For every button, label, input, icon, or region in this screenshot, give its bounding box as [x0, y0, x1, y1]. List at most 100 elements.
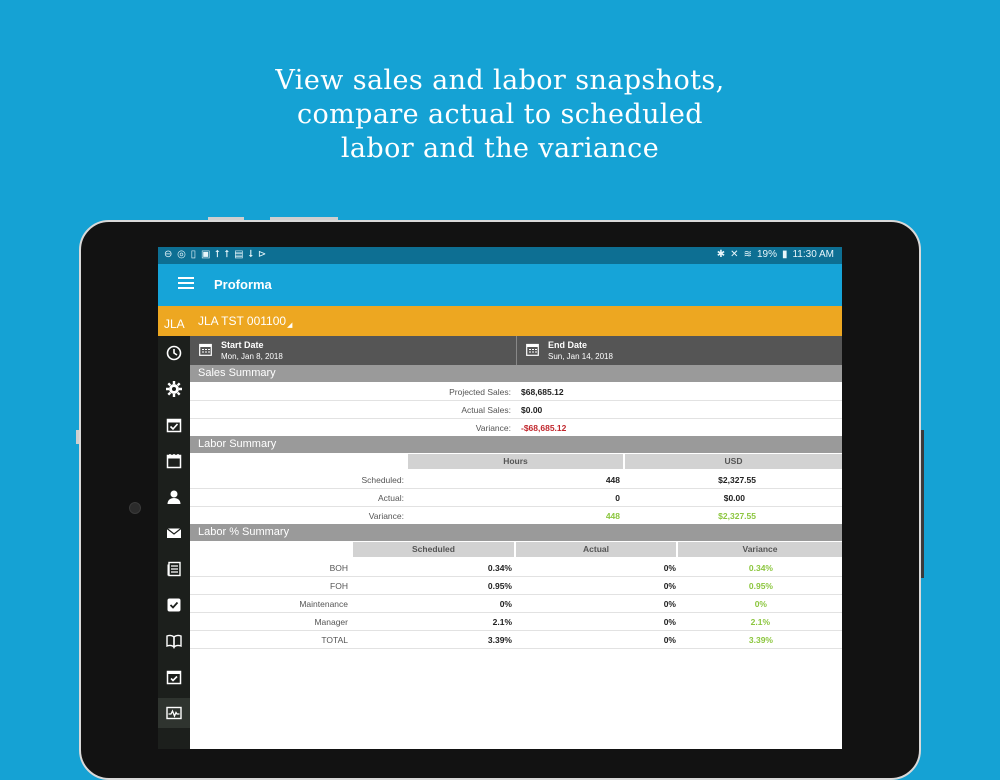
sales-variance-value: -$68,685.12	[521, 423, 567, 433]
labor-pct-scheduled: 0%	[499, 599, 512, 609]
battery-percent: 19%	[756, 249, 777, 260]
table-row: Maintenance 0% 0% 0%	[190, 594, 842, 613]
checkbox-icon[interactable]	[158, 590, 190, 620]
start-date-value: Mon, Jan 8, 2018	[221, 352, 283, 361]
end-date-picker[interactable]: End Date Sun, Jan 14, 2018	[517, 336, 842, 365]
store-selector-bar: JLA JLA TST 001100 ◢	[158, 306, 842, 336]
labor-pct-row-label: TOTAL	[321, 635, 348, 645]
labor-pct-actual: 0%	[663, 617, 676, 627]
end-date-value: Sun, Jan 14, 2018	[548, 352, 613, 361]
sales-row-value: $68,685.12	[521, 387, 564, 397]
wifi-icon: ≋	[743, 249, 752, 260]
labor-column-headers: Hours USD	[190, 453, 842, 470]
hamburger-menu-icon[interactable]	[178, 277, 194, 291]
labor-pct-row-label: FOH	[330, 581, 348, 591]
sales-row-value: $0.00	[521, 405, 543, 415]
dropdown-corner-icon[interactable]: ◢	[287, 321, 292, 329]
activity-monitor-icon[interactable]	[158, 698, 190, 728]
labor-pct-scheduled: 2.1%	[492, 617, 512, 627]
app-bar: Proforma	[158, 264, 842, 306]
labor-pct-variance: 0.95%	[748, 581, 773, 591]
labor-pct-variance: 0%	[754, 599, 767, 609]
labor-pct-summary-header: Labor % Summary	[190, 524, 842, 541]
book-icon[interactable]	[158, 626, 190, 656]
labor-pct-column-headers: Scheduled Actual Variance	[190, 541, 842, 558]
table-row: BOH 0.34% 0% 0.34%	[190, 558, 842, 577]
bluetooth-icon: ✱	[716, 249, 726, 260]
column-header-hours: Hours	[408, 454, 623, 469]
nav-sidebar	[158, 336, 190, 749]
sales-summary-header: Sales Summary	[190, 365, 842, 382]
labor-usd-variance: $2,327.55	[718, 511, 756, 521]
calendar-icon[interactable]	[158, 446, 190, 476]
sales-row-label: Variance:	[475, 423, 511, 433]
battery-icon: ▮	[781, 249, 788, 260]
app-title: Proforma	[214, 277, 272, 292]
labor-usd-value: $0.00	[723, 493, 745, 503]
status-bar: ⊖ ◎ ▯ ▣ ⭡ ⭡ ▤ ⭣ ⊳ ✱ ✕ ≋ 19% ▮ 11:30 AM	[158, 247, 842, 264]
table-row: Scheduled: 448 $2,327.55	[190, 470, 842, 489]
table-row: FOH 0.95% 0% 0.95%	[190, 576, 842, 595]
store-selector[interactable]: JLA TST 001100	[198, 314, 286, 328]
envelope-icon[interactable]	[158, 518, 190, 548]
headline-line-1: View sales and labor snapshots,	[275, 65, 725, 96]
labor-pct-row-label: Manager	[314, 617, 348, 627]
gear-icon[interactable]	[158, 374, 190, 404]
labor-row-label: Scheduled:	[361, 475, 404, 485]
labor-pct-variance: 2.1%	[750, 617, 770, 627]
headline-line-3: labor and the variance	[340, 133, 660, 164]
table-row: Actual Sales: $0.00	[190, 400, 842, 419]
column-header-usd: USD	[625, 454, 842, 469]
labor-row-label: Variance:	[368, 511, 404, 521]
calendar-check-icon[interactable]	[158, 410, 190, 440]
labor-pct-variance: 3.39%	[748, 635, 773, 645]
table-row: Variance: 448 $2,327.55	[190, 506, 842, 525]
labor-pct-row-label: Maintenance	[299, 599, 348, 609]
calendar-icon	[199, 343, 212, 356]
table-row: Variance: -$68,685.12	[190, 418, 842, 437]
sales-row-label: Actual Sales:	[461, 405, 511, 415]
tablet-side-button-right	[921, 430, 924, 578]
labor-hours-value: 448	[605, 475, 620, 485]
labor-hours-variance: 448	[605, 511, 620, 521]
labor-pct-scheduled: 3.39%	[487, 635, 512, 645]
labor-pct-variance: 0.34%	[748, 563, 773, 573]
document-icon[interactable]	[158, 554, 190, 584]
headline-line-2: compare actual to scheduled	[296, 99, 703, 130]
labor-hours-value: 0	[615, 493, 620, 503]
labor-summary-header: Labor Summary	[190, 436, 842, 453]
calendar-tick-icon[interactable]	[158, 662, 190, 692]
main-content: Start Date Mon, Jan 8, 2018 End Date Sun…	[190, 336, 842, 749]
store-list-fragment[interactable]: JLA	[164, 317, 185, 331]
labor-pct-scheduled: 0.34%	[487, 563, 512, 573]
labor-row-label: Actual:	[378, 493, 404, 503]
table-row: TOTAL 3.39% 0% 3.39%	[190, 630, 842, 649]
headline: View sales and labor snapshots, compare …	[0, 64, 1000, 166]
start-date-label: Start Date	[221, 340, 264, 350]
date-range-bar: Start Date Mon, Jan 8, 2018 End Date Sun…	[190, 336, 842, 365]
mute-icon: ✕	[730, 249, 739, 260]
labor-pct-actual: 0%	[663, 563, 676, 573]
notification-icons: ⊖ ◎ ▯ ▣ ⭡ ⭡ ▤ ⭣ ⊳	[164, 249, 268, 260]
device-screen: ⊖ ◎ ▯ ▣ ⭡ ⭡ ▤ ⭣ ⊳ ✱ ✕ ≋ 19% ▮ 11:30 AM P…	[158, 247, 842, 749]
front-camera	[129, 502, 141, 514]
calendar-icon	[526, 343, 539, 356]
labor-pct-scheduled: 0.95%	[487, 581, 512, 591]
clock-icon[interactable]	[158, 338, 190, 368]
column-header-actual: Actual	[516, 542, 676, 557]
table-row: Manager 2.1% 0% 2.1%	[190, 612, 842, 631]
table-row: Actual: 0 $0.00	[190, 488, 842, 507]
labor-pct-actual: 0%	[663, 599, 676, 609]
clock-time: 11:30 AM	[792, 249, 834, 260]
labor-pct-row-label: BOH	[329, 563, 348, 573]
table-row: Projected Sales: $68,685.12	[190, 382, 842, 401]
end-date-label: End Date	[548, 340, 588, 350]
labor-pct-actual: 0%	[663, 635, 676, 645]
user-icon[interactable]	[158, 482, 190, 512]
labor-pct-actual: 0%	[663, 581, 676, 591]
column-header-scheduled: Scheduled	[353, 542, 514, 557]
sales-row-label: Projected Sales:	[449, 387, 511, 397]
column-header-variance: Variance	[678, 542, 842, 557]
labor-usd-value: $2,327.55	[718, 475, 756, 485]
start-date-picker[interactable]: Start Date Mon, Jan 8, 2018	[190, 336, 516, 365]
